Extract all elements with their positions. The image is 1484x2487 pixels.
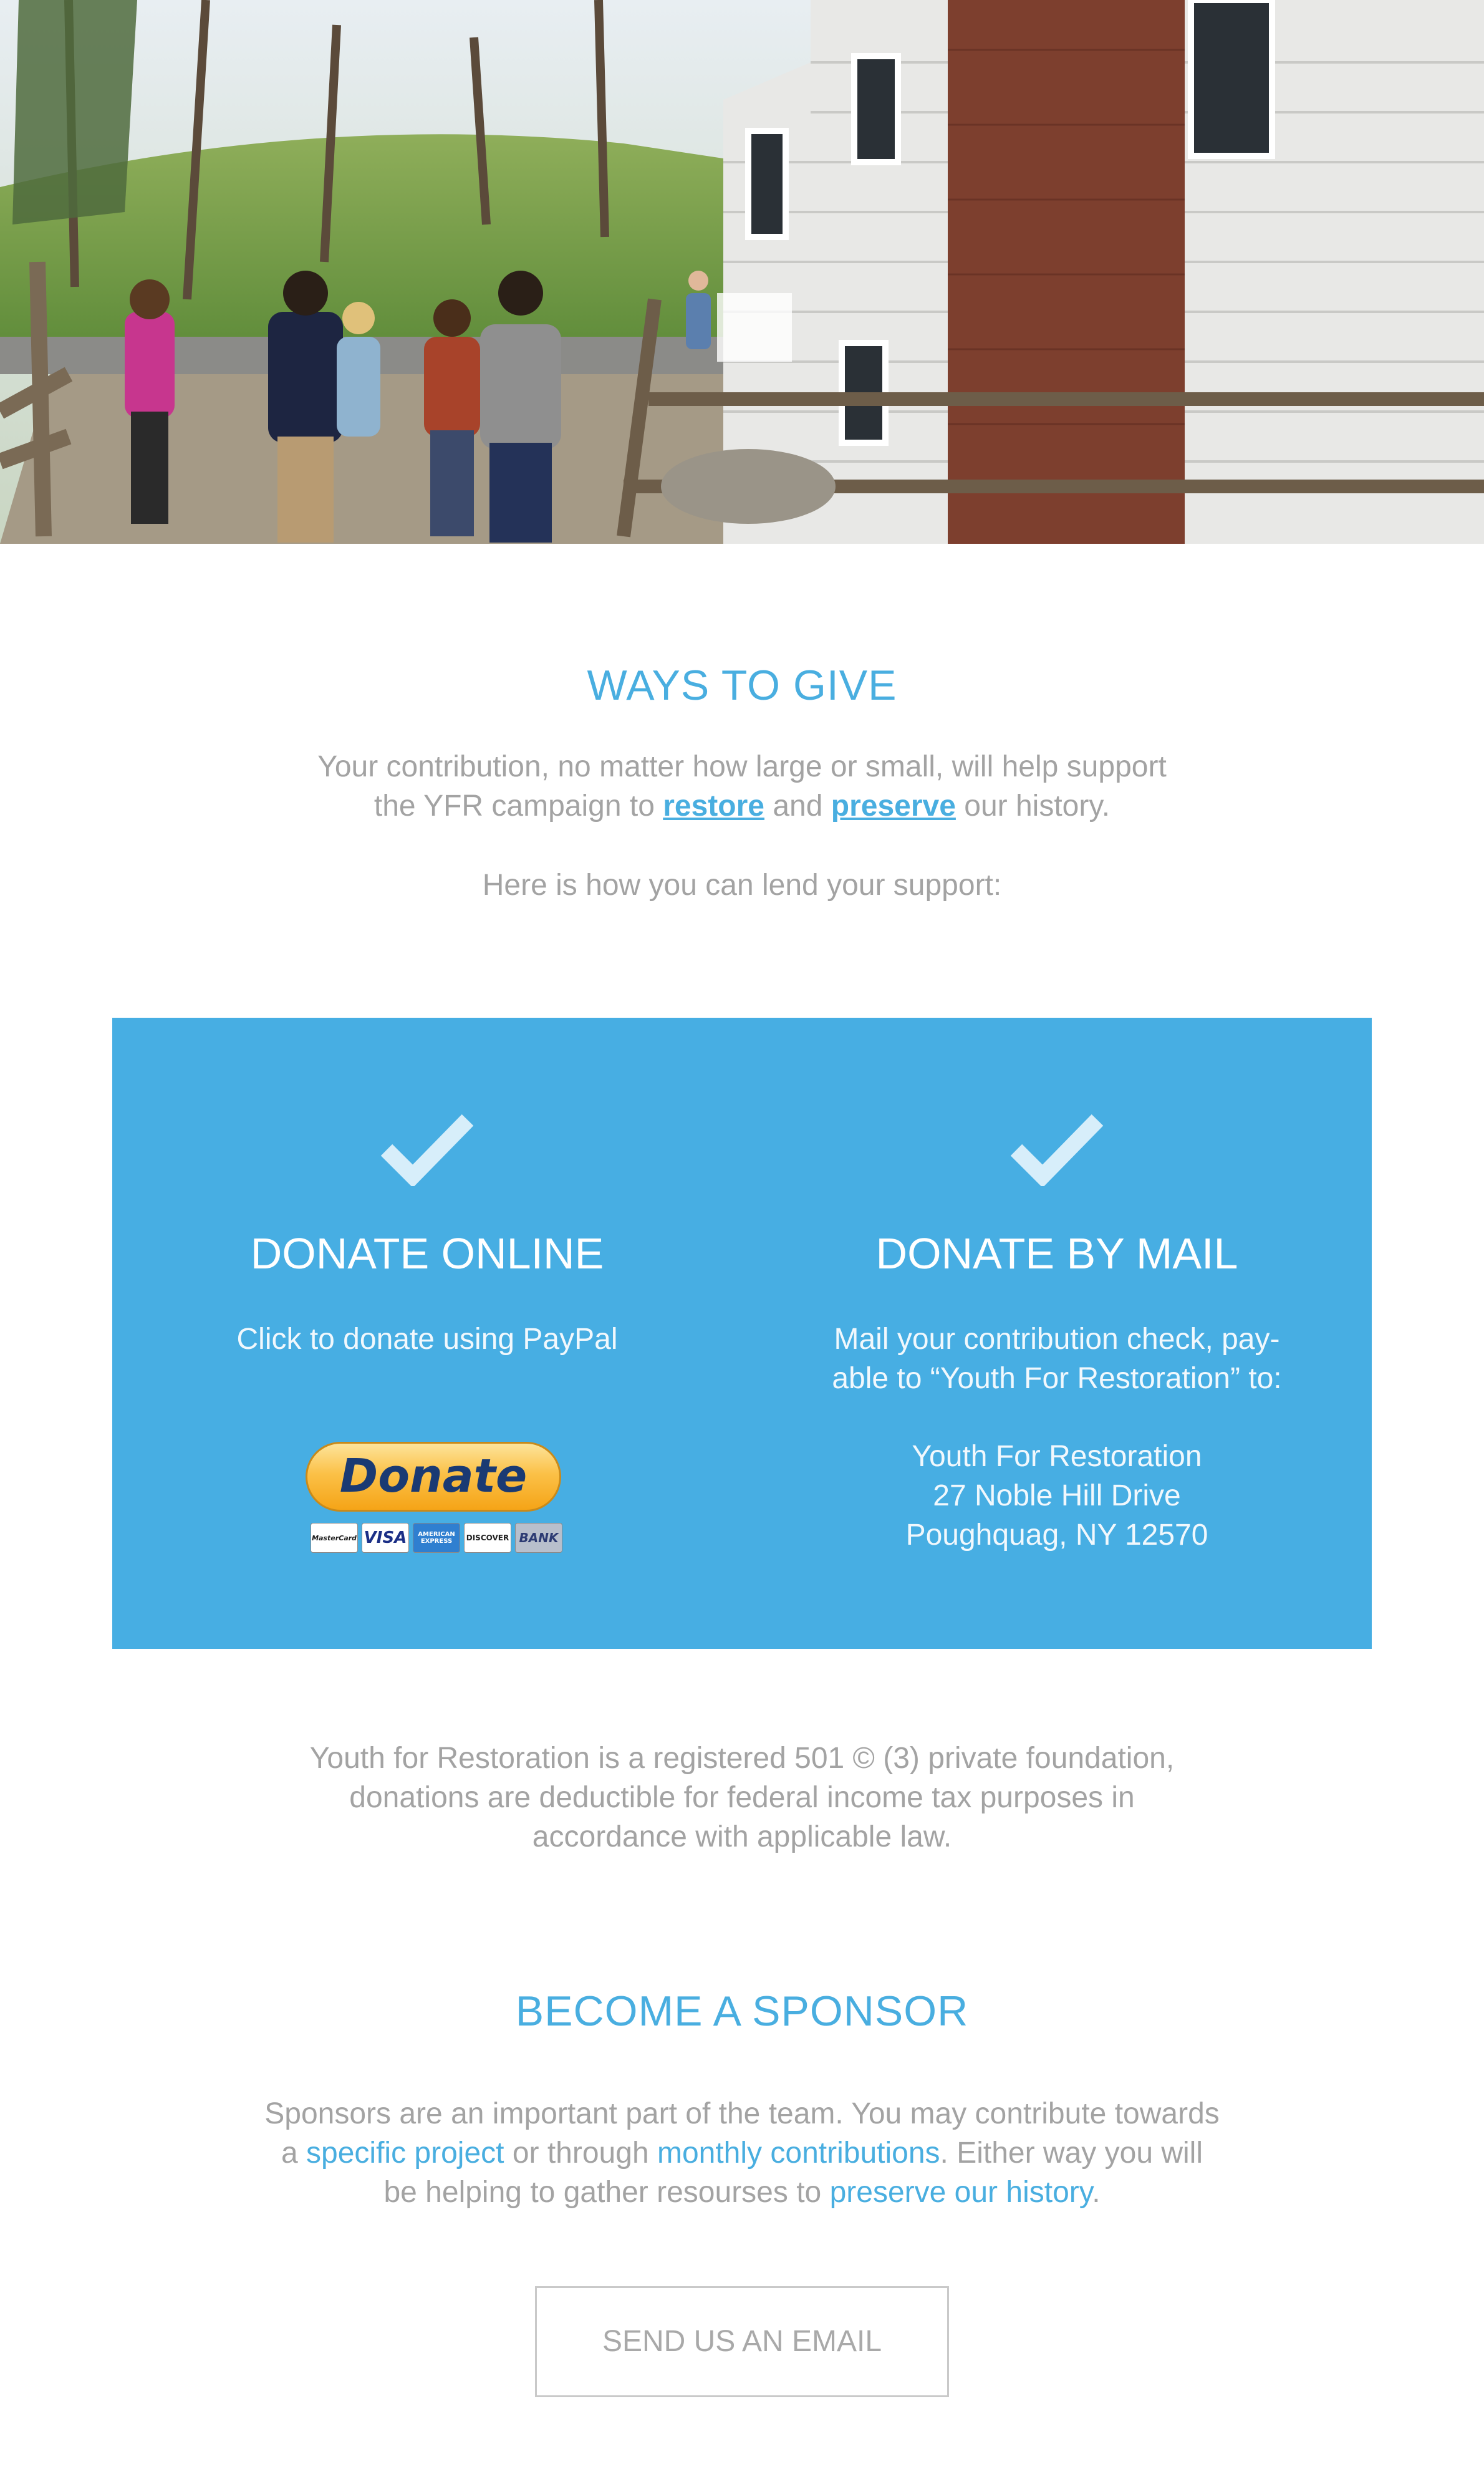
sponsor-title: BECOME A SPONSOR [515,1987,969,2035]
sponsor-text-part: a [281,2137,307,2170]
tax-note-line-1: Youth for Restoration is a registered 50… [309,1742,1175,1775]
address-street: 27 Noble Hill Drive [933,1479,1181,1512]
sponsor-text-part: be helping to gather resourses to [383,2176,830,2209]
sponsor-line-2: a specific project or through monthly co… [0,2133,1484,2173]
mastercard-icon: MasterCard [311,1523,358,1553]
intro-text: the YFR campaign to [373,790,663,823]
donate-mail-column: DONATE BY MAIL Mail your contribution ch… [742,1018,1372,1649]
sponsor-text-part: or through [504,2137,657,2170]
intro-text: and [764,790,831,823]
visa-icon: VISA [362,1523,409,1553]
mail-instructions: Mail your contribution check, pay- able … [742,1320,1372,1398]
monthly-contributions-link[interactable]: monthly contributions [657,2137,940,2170]
intro-line-1: Your contribution, no matter how large o… [317,750,1167,783]
bank-icon: BANK [515,1523,562,1553]
donate-online-column: DONATE ONLINE Click to donate using PayP… [112,1018,742,1649]
sponsor-line-3: be helping to gather resourses to preser… [0,2173,1484,2212]
send-email-button[interactable]: SEND US AN EMAIL [535,2286,949,2397]
payment-cards: MasterCard VISA AMERICAN EXPRESS DISCOVE… [311,1523,562,1554]
paypal-donate-button[interactable]: Donate MasterCard VISA AMERICAN EXPRESS … [306,1442,567,1560]
sponsor-text-part: . Either way you will [940,2137,1203,2170]
preserve-our-history-link[interactable]: preserve our history [830,2176,1092,2209]
hero-illustration [0,0,1484,544]
amex-icon: AMERICAN EXPRESS [413,1523,460,1553]
checkmark-icon [380,1114,474,1186]
preserve-link[interactable]: preserve [831,790,956,823]
sponsor-line-1: Sponsors are an important part of the te… [264,2097,1220,2130]
ways-to-give-intro: Your contribution, no matter how large o… [0,747,1484,826]
tax-note: Youth for Restoration is a registered 50… [0,1739,1484,1857]
ways-to-give-title: WAYS TO GIVE [587,662,897,709]
donate-mail-title: DONATE BY MAIL [875,1229,1238,1278]
intro-line-2: the YFR campaign to restore and preserve… [0,786,1484,826]
donate-online-title: DONATE ONLINE [250,1229,604,1278]
discover-icon: DISCOVER [464,1523,511,1553]
donate-online-subtitle: Click to donate using PayPal [236,1323,618,1356]
intro-text: our history. [955,790,1111,823]
checkmark-icon [1010,1114,1104,1186]
address-name: Youth For Restoration [912,1440,1202,1473]
donate-button-label: Donate [306,1442,561,1512]
restore-link[interactable]: restore [663,790,764,823]
address-city: Poughquag, NY 12570 [905,1519,1208,1552]
mail-line-2: able to “Youth For Restoration” to: [832,1362,1282,1395]
tax-note-line-2: donations are deductible for federal inc… [349,1781,1135,1814]
specific-project-link[interactable]: specific project [306,2137,504,2170]
mail-line-1: Mail your contribution check, pay- [834,1323,1280,1356]
sponsor-text-part: . [1092,2176,1101,2209]
support-line: Here is how you can lend your support: [482,869,1002,902]
mail-address: Youth For Restoration 27 Noble Hill Driv… [742,1437,1372,1555]
tax-note-line-3: accordance with applicable law. [532,1820,952,1853]
hero-photo [0,0,1484,544]
donate-panel: DONATE ONLINE Click to donate using PayP… [112,1018,1372,1649]
sponsor-text: Sponsors are an important part of the te… [0,2094,1484,2212]
